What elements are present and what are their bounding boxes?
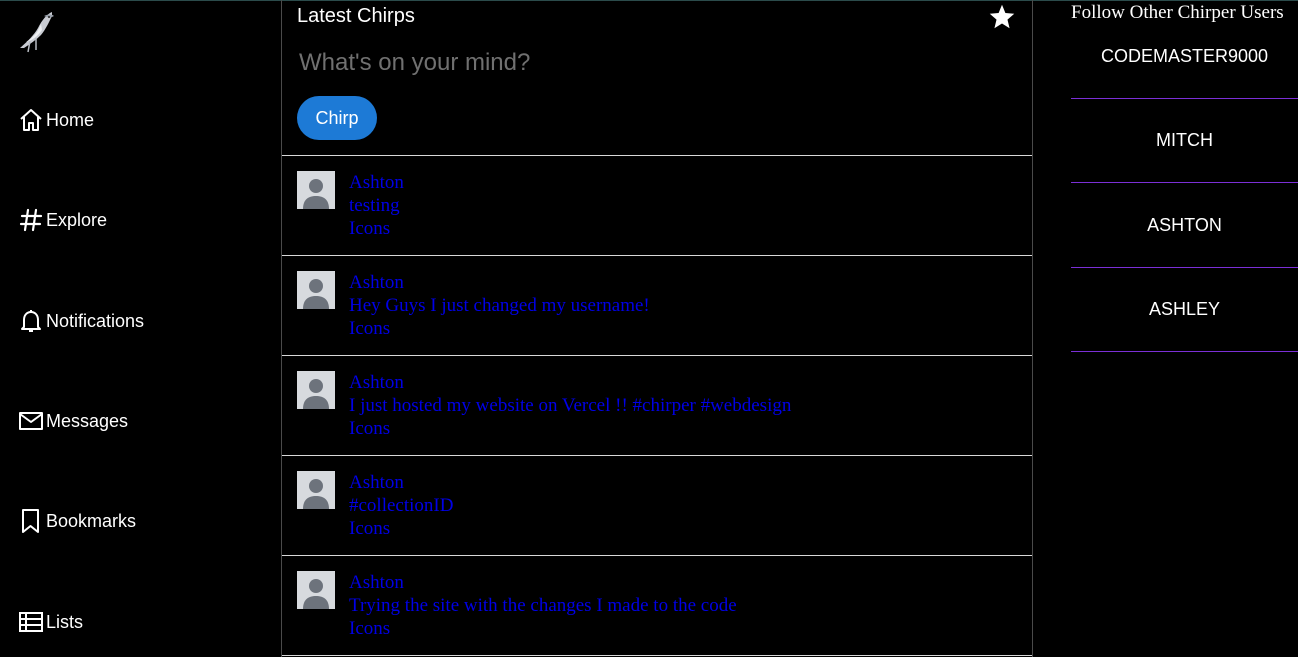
avatar-placeholder-icon[interactable]: [297, 371, 335, 409]
chirp-button[interactable]: Chirp: [297, 96, 377, 140]
post-author[interactable]: Ashton: [349, 371, 791, 394]
sidebar-item-messages[interactable]: Messages: [18, 408, 128, 434]
follow-user-item[interactable]: CODEMASTER9000: [1071, 14, 1298, 99]
post-text: testing: [349, 195, 400, 216]
follow-user-item[interactable]: ASHLEY: [1071, 267, 1298, 352]
feed-column: Latest Chirps Chirp Ashton testing Icons: [281, 0, 1033, 657]
hashtag-icon: [19, 208, 43, 232]
post-text: #collectionID: [349, 495, 454, 516]
sidebar-item-label: Explore: [46, 209, 108, 230]
sidebar-item-notifications[interactable]: Notifications: [18, 308, 144, 334]
sidebar-item-label: Messages: [46, 410, 129, 431]
post-list: Ashton testing Icons Ashton Hey Guys I j…: [282, 156, 1032, 656]
post-item: Ashton Trying the site with the changes …: [282, 556, 1032, 656]
star-icon[interactable]: [988, 3, 1016, 31]
post-text: I just hosted my website on Vercel !! #c…: [349, 395, 792, 416]
sidebar-item-label: Notifications: [46, 310, 145, 331]
bird-logo-icon[interactable]: [14, 8, 58, 54]
bookmark-icon: [22, 509, 39, 533]
follow-user-item[interactable]: MITCH: [1071, 98, 1298, 183]
post-item: Ashton Hey Guys I just changed my userna…: [282, 256, 1032, 356]
sidebar-item-lists[interactable]: Lists: [18, 609, 83, 635]
avatar-placeholder-icon[interactable]: [297, 471, 335, 509]
post-icons-label[interactable]: Icons: [349, 517, 453, 540]
post-icons-label[interactable]: Icons: [349, 417, 791, 440]
sidebar-item-home[interactable]: Home: [18, 107, 94, 133]
post-item: Ashton I just hosted my website on Verce…: [282, 356, 1032, 456]
feed-title: Latest Chirps: [297, 5, 415, 27]
avatar-placeholder-icon[interactable]: [297, 271, 335, 309]
envelope-icon: [19, 412, 43, 430]
post-author[interactable]: Ashton: [349, 471, 453, 494]
follow-user-item[interactable]: ASHTON: [1071, 183, 1298, 268]
home-icon: [20, 109, 42, 131]
sidebar-item-label: Home: [46, 109, 95, 130]
compose-input[interactable]: [299, 44, 999, 82]
avatar-placeholder-icon[interactable]: [297, 571, 335, 609]
bell-icon: [21, 310, 41, 332]
follow-panel: Follow Other Chirper Users CODEMASTER900…: [1071, 0, 1298, 657]
sidebar-item-label: Lists: [46, 611, 84, 632]
post-text: Hey Guys I just changed my username!: [349, 295, 650, 316]
post-author[interactable]: Ashton: [349, 271, 650, 294]
post-icons-label[interactable]: Icons: [349, 617, 737, 640]
post-item: Ashton testing Icons: [282, 156, 1032, 256]
sidebar-item-bookmarks[interactable]: Bookmarks: [18, 508, 136, 534]
sidebar: Home Explore Notifications Messages Book…: [0, 0, 281, 657]
post-author[interactable]: Ashton: [349, 571, 737, 594]
list-icon: [19, 612, 43, 632]
sidebar-item-label: Bookmarks: [46, 510, 137, 531]
post-icons-label[interactable]: Icons: [349, 217, 404, 240]
avatar-placeholder-icon[interactable]: [297, 171, 335, 209]
post-text: Trying the site with the changes I made …: [349, 595, 737, 616]
post-author[interactable]: Ashton: [349, 171, 404, 194]
post-icons-label[interactable]: Icons: [349, 317, 650, 340]
post-item: Ashton #collectionID Icons: [282, 456, 1032, 556]
sidebar-item-explore[interactable]: Explore: [18, 207, 107, 233]
